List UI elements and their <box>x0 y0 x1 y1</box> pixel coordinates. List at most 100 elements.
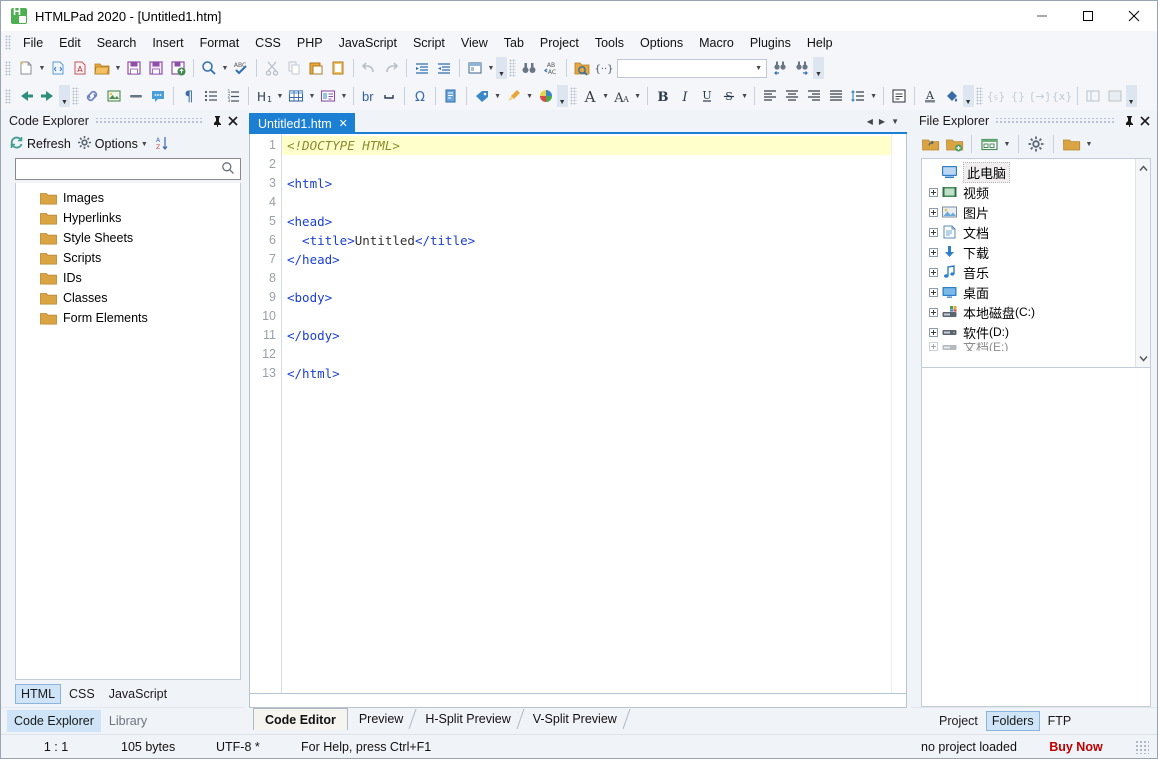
fe-tab-project[interactable]: Project <box>933 711 984 731</box>
brush-icon[interactable] <box>503 85 525 107</box>
php-delete-icon[interactable]: {x} <box>1051 85 1073 107</box>
code-line-5[interactable]: <head> <box>282 212 906 231</box>
table-icon[interactable] <box>285 85 307 107</box>
chevron-right-icon[interactable]: ▶ <box>879 117 885 126</box>
menu-php[interactable]: PHP <box>289 33 331 53</box>
code-content[interactable]: <!DOCTYPE HTML> <html> <head> <title>Unt… <box>282 134 906 693</box>
frame-icon[interactable] <box>1082 85 1104 107</box>
block-icon[interactable] <box>888 85 910 107</box>
add-folder-icon[interactable] <box>943 133 965 155</box>
fe-item-pictures[interactable]: 图片 <box>922 202 1135 222</box>
menu-project[interactable]: Project <box>532 33 587 53</box>
italic-icon[interactable]: I <box>674 85 696 107</box>
spell-check-icon[interactable]: ABC <box>230 57 252 79</box>
line-spacing-icon[interactable] <box>847 85 869 107</box>
indent-icon[interactable] <box>411 57 433 79</box>
code-line-3[interactable]: <html> <box>282 174 906 193</box>
code-explorer-tree[interactable]: Images Hyperlinks Style Sheets <box>15 183 241 680</box>
php-grip[interactable] <box>976 87 983 105</box>
toolbar-grip[interactable] <box>5 61 11 76</box>
search-input[interactable] <box>16 161 216 177</box>
code-line-9[interactable]: <body> <box>282 288 906 307</box>
fe-item-software-d[interactable]: 软件 (D:) <box>922 322 1135 342</box>
font-dropdown[interactable]: ▼ <box>601 85 611 107</box>
open-file-icon[interactable] <box>91 57 113 79</box>
open-file-dropdown[interactable]: ▼ <box>113 57 123 79</box>
pin-icon[interactable] <box>1121 112 1137 130</box>
tag-icon[interactable] <box>471 85 493 107</box>
format-overflow-icon-3[interactable]: ▼ <box>1126 85 1137 107</box>
outdent-icon[interactable] <box>433 57 455 79</box>
align-center-icon[interactable] <box>781 85 803 107</box>
folder-dropdown[interactable]: ▼ <box>1084 133 1094 155</box>
chevron-left-icon[interactable]: ◀ <box>867 117 873 126</box>
tree-item-style-sheets[interactable]: Style Sheets <box>16 228 240 248</box>
pin-icon[interactable] <box>209 112 225 130</box>
align-right-icon[interactable] <box>803 85 825 107</box>
menu-insert[interactable]: Insert <box>144 33 191 53</box>
code-explorer-search[interactable] <box>15 158 241 180</box>
menu-file[interactable]: File <box>15 33 51 53</box>
expand-icon[interactable] <box>926 242 940 262</box>
expand-icon[interactable] <box>926 322 940 342</box>
fe-tab-ftp[interactable]: FTP <box>1042 711 1078 731</box>
tree-item-ids[interactable]: IDs <box>16 268 240 288</box>
line-break-label[interactable]: br <box>358 89 378 104</box>
save-as-icon[interactable] <box>145 57 167 79</box>
menu-javascript[interactable]: JavaScript <box>331 33 405 53</box>
fill-color-icon[interactable] <box>941 85 963 107</box>
tree-item-classes[interactable]: Classes <box>16 288 240 308</box>
expand-icon[interactable] <box>926 202 940 222</box>
php-close-icon[interactable]: {→} <box>1029 85 1051 107</box>
bottom-tab-code-explorer[interactable]: Code Explorer <box>7 710 101 732</box>
view-mode-icon[interactable] <box>978 133 1000 155</box>
code-line-6[interactable]: <title>Untitled</title> <box>282 231 906 250</box>
unordered-list-icon[interactable] <box>200 85 222 107</box>
undo-icon[interactable] <box>358 57 380 79</box>
horizontal-rule-icon[interactable] <box>125 85 147 107</box>
lang-tab-css[interactable]: CSS <box>63 684 101 704</box>
tree-item-hyperlinks[interactable]: Hyperlinks <box>16 208 240 228</box>
minimize-icon[interactable] <box>1019 1 1065 31</box>
hyperlink-icon[interactable] <box>81 85 103 107</box>
fe-item-documents-e[interactable]: 文档 (E:) <box>922 342 1135 351</box>
format-overflow-icon[interactable]: ▼ <box>557 85 568 107</box>
fe-item-local-disk-c[interactable]: 本地磁盘 (C:) <box>922 302 1135 322</box>
expand-icon[interactable] <box>926 222 940 242</box>
image-icon[interactable] <box>103 85 125 107</box>
code-editor[interactable]: 1 2 3 4 5 6 7 8 9 10 11 12 13 <!DOCTYPE … <box>249 134 907 694</box>
bold-icon[interactable]: B <box>652 85 674 107</box>
paragraph-icon[interactable]: ¶ <box>178 85 200 107</box>
code-line-4[interactable] <box>282 193 906 212</box>
view-tab-code-editor[interactable]: Code Editor <box>253 708 348 730</box>
menu-grip[interactable] <box>5 35 11 50</box>
heading-icon[interactable]: H 1 <box>253 85 275 107</box>
menu-script[interactable]: Script <box>405 33 453 53</box>
tree-item-form-elements[interactable]: Form Elements <box>16 308 240 328</box>
fe-item-desktop[interactable]: 桌面 <box>922 282 1135 302</box>
folder-up-icon[interactable] <box>919 133 941 155</box>
form-icon[interactable] <box>317 85 339 107</box>
expand-icon[interactable] <box>926 262 940 282</box>
menu-tab[interactable]: Tab <box>496 33 532 53</box>
php-open-icon[interactable]: {₅} <box>985 85 1007 107</box>
tag-dropdown[interactable]: ▼ <box>493 85 503 107</box>
chevron-down-icon[interactable]: ▼ <box>891 117 899 126</box>
search-icon[interactable] <box>216 161 240 178</box>
gear-icon[interactable] <box>1025 133 1047 155</box>
close-icon[interactable] <box>1111 1 1157 31</box>
find-binoculars-icon[interactable] <box>518 57 540 79</box>
code-line-11[interactable]: </body> <box>282 326 906 345</box>
fe-item-this-pc[interactable]: 此电脑 <box>922 162 1135 182</box>
scroll-up-arrow[interactable] <box>1139 161 1148 175</box>
code-line-8[interactable] <box>282 269 906 288</box>
panel-drag-dots[interactable] <box>995 118 1115 125</box>
close-icon[interactable] <box>1137 112 1153 130</box>
clipboard-icon[interactable] <box>327 57 349 79</box>
expand-icon[interactable] <box>926 182 940 202</box>
save-icon[interactable] <box>123 57 145 79</box>
close-icon[interactable]: ✕ <box>339 117 348 130</box>
format-toolbar-grip[interactable] <box>5 89 11 104</box>
menu-search[interactable]: Search <box>89 33 145 53</box>
align-left-icon[interactable] <box>759 85 781 107</box>
